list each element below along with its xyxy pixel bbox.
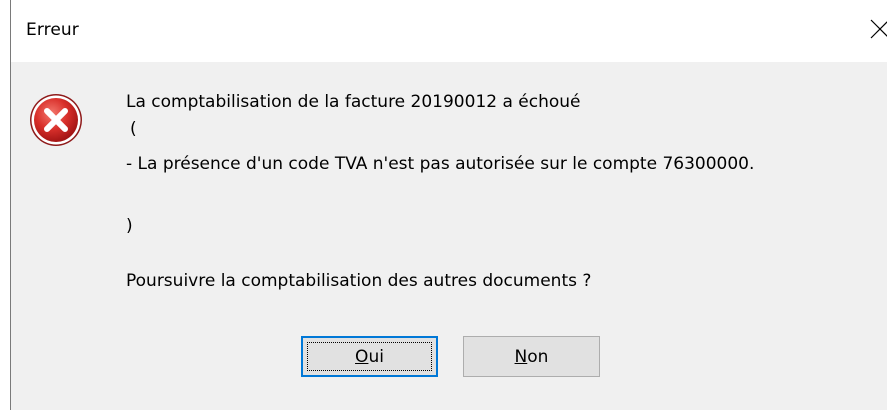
error-icon [30,94,82,146]
dialog-content: La comptabilisation de la facture 201900… [11,62,887,410]
title-bar[interactable]: Erreur [11,0,887,62]
no-button-label: Non [514,346,549,367]
window-title: Erreur [26,20,79,40]
yes-button-label: Oui [355,346,384,367]
close-button[interactable] [867,14,887,44]
close-icon [870,19,887,39]
message-line-4: ) [126,216,133,236]
message-line-2: ( [130,119,137,139]
error-dialog: Erreur La comptabilisation de la facture… [0,0,887,410]
no-button[interactable]: Non [463,336,600,377]
yes-button[interactable]: Oui [301,336,438,377]
message-line-1: La comptabilisation de la facture 201900… [126,92,581,112]
question-text: Poursuivre la comptabilisation des autre… [126,271,592,291]
message-line-3: - La présence d'un code TVA n'est pas au… [126,154,755,174]
